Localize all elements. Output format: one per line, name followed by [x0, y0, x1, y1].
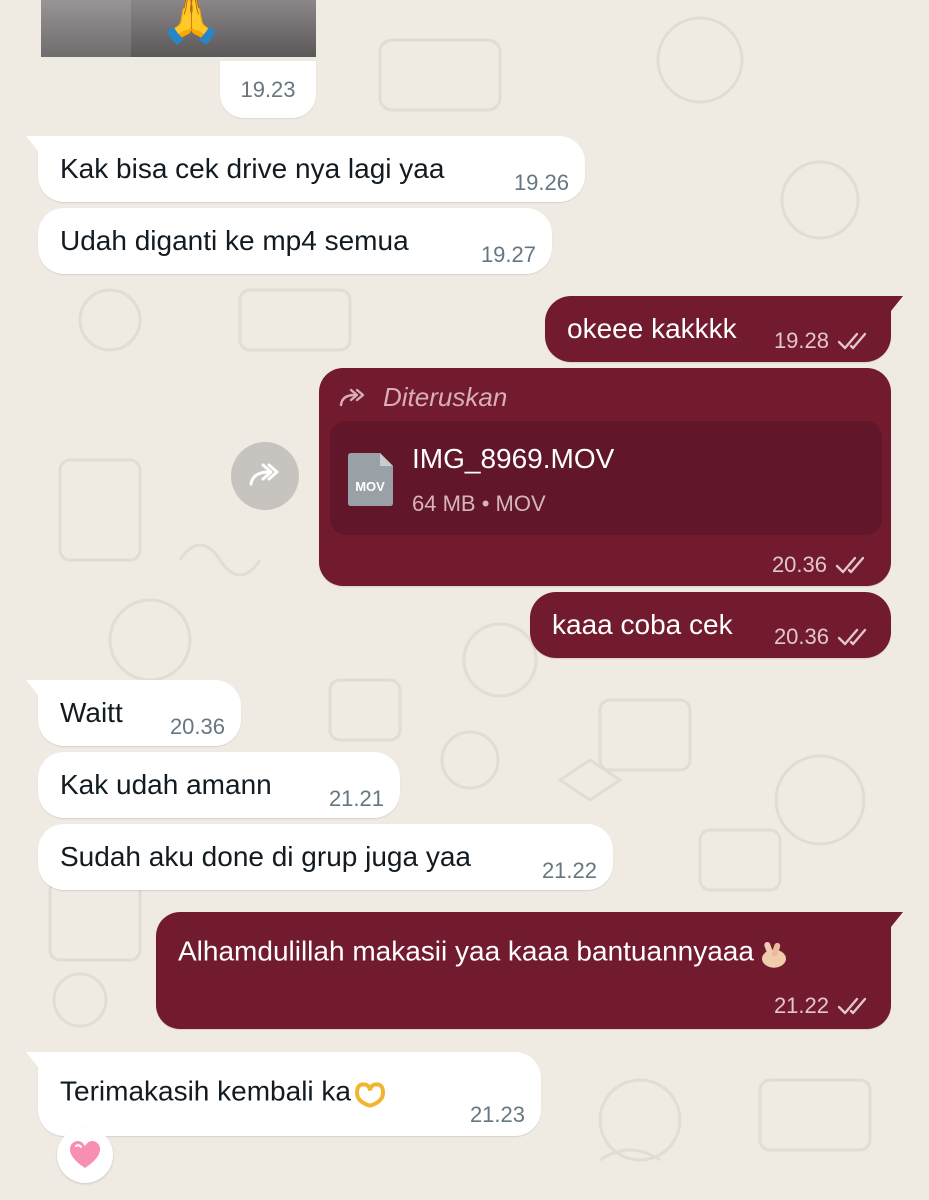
mov-file-icon: MOV: [348, 453, 393, 506]
message-incoming[interactable]: Kak bisa cek drive nya lagi yaa 19.26: [26, 136, 585, 202]
message-text: Terimakasih kembali ka: [60, 1076, 387, 1109]
message-meta: 21.21: [329, 786, 384, 812]
message-incoming[interactable]: Udah diganti ke mp4 semua 19.27: [38, 208, 552, 274]
message-incoming[interactable]: Sudah aku done di grup juga yaa 21.22: [38, 824, 613, 890]
document-attachment[interactable]: MOV IMG_8969.MOV 64 MB • MOV: [330, 421, 882, 535]
message-outgoing[interactable]: okeee kakkkk 19.28: [545, 296, 903, 362]
message-meta: 20.36: [774, 624, 873, 650]
finger-heart-emoji-icon: [761, 941, 786, 968]
pink-heart-icon: [70, 1141, 100, 1168]
photo-emoji: 🙏: [159, 0, 224, 46]
message-text: Sudah aku done di grup juga yaa: [60, 841, 471, 872]
message-text: okeee kakkkk: [567, 313, 737, 344]
photo-shade: [41, 0, 131, 57]
forward-arrow-icon: [249, 463, 279, 486]
message-text: Alhamdulillah makasii yaa kaaa bantuanny…: [178, 936, 790, 969]
message-incoming[interactable]: Terimakasih kembali ka 21.23: [26, 1052, 541, 1136]
message-text: Waitt: [60, 697, 123, 728]
message-text: Udah diganti ke mp4 semua: [60, 225, 409, 256]
bubble-tail: [26, 136, 42, 156]
read-ticks-icon: [837, 332, 867, 350]
read-ticks-icon: [837, 628, 867, 646]
message-text: Kak udah amann: [60, 769, 272, 800]
image-message-preview[interactable]: 🙏: [41, 0, 316, 57]
message-meta: 19.26: [514, 170, 569, 196]
message-outgoing[interactable]: Alhamdulillah makasii yaa kaaa bantuanny…: [156, 912, 903, 1029]
image-message-time: 19.23: [220, 61, 316, 118]
message-text: kaaa coba cek: [552, 609, 733, 640]
message-time: 21.22: [541, 858, 597, 883]
forwarded-label: Diteruskan: [339, 382, 507, 413]
bubble-tail: [26, 680, 42, 700]
message-meta: 21.23: [470, 1102, 525, 1128]
svg-text:MOV: MOV: [355, 479, 385, 494]
message-meta: 21.22: [542, 858, 597, 884]
message-incoming[interactable]: Waitt 20.36: [26, 680, 241, 746]
heart-hands-emoji-icon: [354, 1081, 386, 1108]
message-forwarded-document[interactable]: Diteruskan MOV IMG_8969.MOV 64 MB • MOV …: [319, 368, 891, 586]
read-ticks-icon: [837, 997, 867, 1015]
message-text-content: Alhamdulillah makasii yaa kaaa bantuanny…: [178, 935, 754, 967]
read-ticks-icon: [835, 556, 865, 574]
message-incoming[interactable]: Kak udah amann 21.21: [38, 752, 400, 818]
message-time: 20.36: [771, 552, 827, 577]
message-time: 19.28: [773, 328, 829, 353]
message-time: 21.21: [328, 786, 384, 811]
message-meta: 19.28: [774, 328, 873, 354]
message-time: 21.22: [773, 993, 829, 1018]
message-time: 20.36: [169, 714, 225, 739]
message-time: 19.26: [513, 170, 569, 195]
message-meta: 19.27: [481, 242, 536, 268]
document-info: 64 MB • MOV: [412, 491, 546, 516]
document-name: IMG_8969.MOV: [412, 443, 615, 474]
forward-button[interactable]: [231, 442, 299, 510]
forwarded-text: Diteruskan: [383, 382, 508, 412]
message-meta: 21.22: [774, 993, 873, 1019]
bubble-tail: [887, 912, 903, 932]
forwarded-icon: [339, 388, 365, 406]
message-text: Kak bisa cek drive nya lagi yaa: [60, 153, 445, 184]
message-time: 19.27: [480, 242, 536, 267]
message-reaction[interactable]: [57, 1127, 113, 1183]
message-time: 21.23: [469, 1102, 525, 1127]
bubble-tail: [26, 1052, 42, 1072]
message-meta: 20.36: [170, 714, 225, 740]
message-outgoing[interactable]: kaaa coba cek 20.36: [530, 592, 891, 658]
message-text-content: Terimakasih kembali ka: [60, 1075, 351, 1107]
message-time: 20.36: [773, 624, 829, 649]
message-meta: 20.36: [772, 552, 871, 578]
image-time: 19.23: [240, 76, 296, 102]
bubble-tail: [887, 296, 903, 316]
